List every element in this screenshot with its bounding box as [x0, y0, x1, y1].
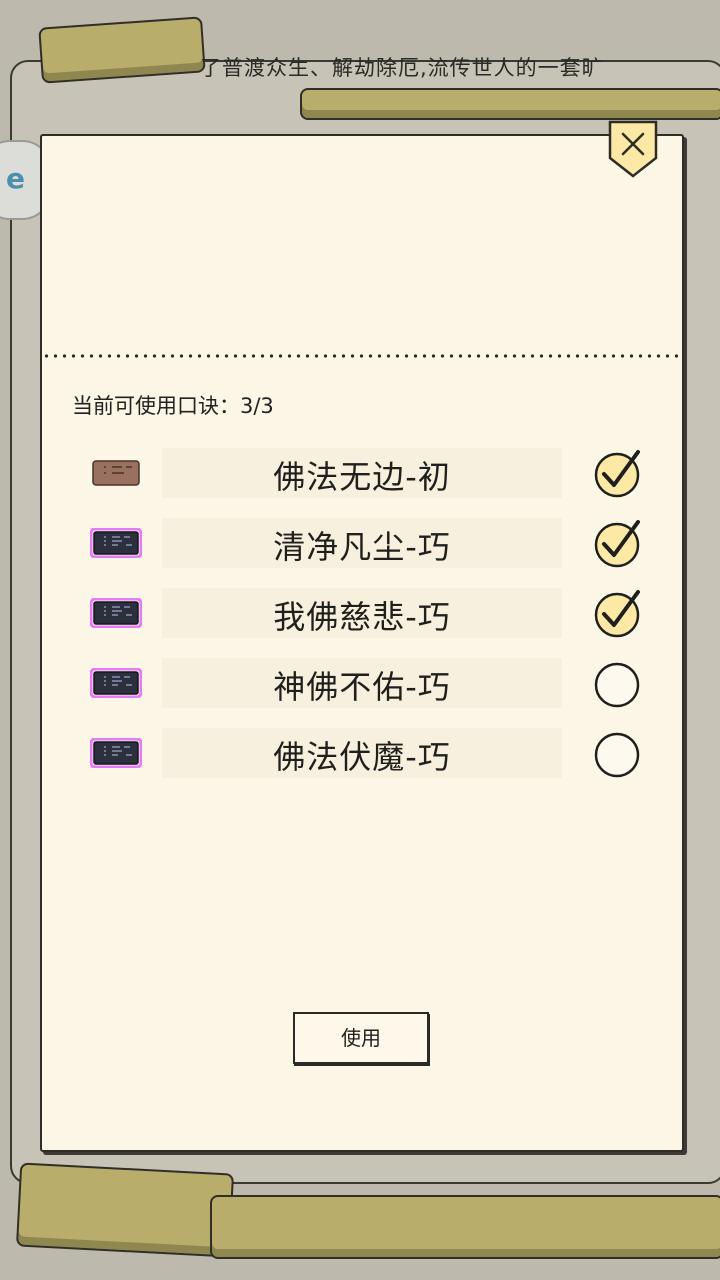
purple-spellbook-icon [90, 598, 142, 628]
spell-name: 我佛慈悲-巧 [273, 598, 451, 636]
close-button[interactable] [607, 118, 659, 180]
usable-count-value: 3/3 [240, 394, 274, 418]
background-description: 了普渡众生、解劫除厄,流传世人的一套旷 [200, 56, 604, 80]
spell-row[interactable]: 清净凡尘-巧 [72, 512, 652, 576]
usable-count-label: 当前可使用口诀： [72, 394, 240, 418]
unchecked-circle-icon[interactable] [592, 656, 646, 710]
purple-spellbook-icon [90, 528, 142, 558]
scroll-rod-decoration [38, 16, 206, 84]
spell-row[interactable]: 我佛慈悲-巧 [72, 582, 652, 646]
brown-spellbook-icon [92, 460, 140, 486]
checked-circle-icon[interactable] [592, 516, 646, 570]
spell-name: 神佛不佑-巧 [273, 668, 451, 706]
purple-spellbook-icon [90, 668, 142, 698]
spell-row[interactable]: 神佛不佑-巧 [72, 652, 652, 716]
spell-name: 清净凡尘-巧 [273, 528, 451, 566]
unchecked-circle-icon[interactable] [592, 726, 646, 780]
use-button[interactable]: 使用 [293, 1012, 429, 1064]
spell-row[interactable]: 佛法无边-初 [72, 442, 652, 506]
scroll-rod-decoration [15, 1162, 235, 1258]
purple-spellbook-icon [90, 738, 142, 768]
checked-circle-icon[interactable] [592, 446, 646, 500]
usable-count: 当前可使用口诀：3/3 [72, 390, 274, 420]
spell-name: 佛法伏魔-巧 [273, 738, 451, 776]
dotted-divider [42, 354, 678, 358]
close-icon [608, 120, 658, 178]
spell-name: 佛法无边-初 [273, 458, 451, 496]
spell-row[interactable]: 佛法伏魔-巧 [72, 722, 652, 786]
scroll-rod-decoration [300, 88, 720, 120]
checked-circle-icon[interactable] [592, 586, 646, 640]
scroll-rod-decoration [210, 1195, 720, 1259]
